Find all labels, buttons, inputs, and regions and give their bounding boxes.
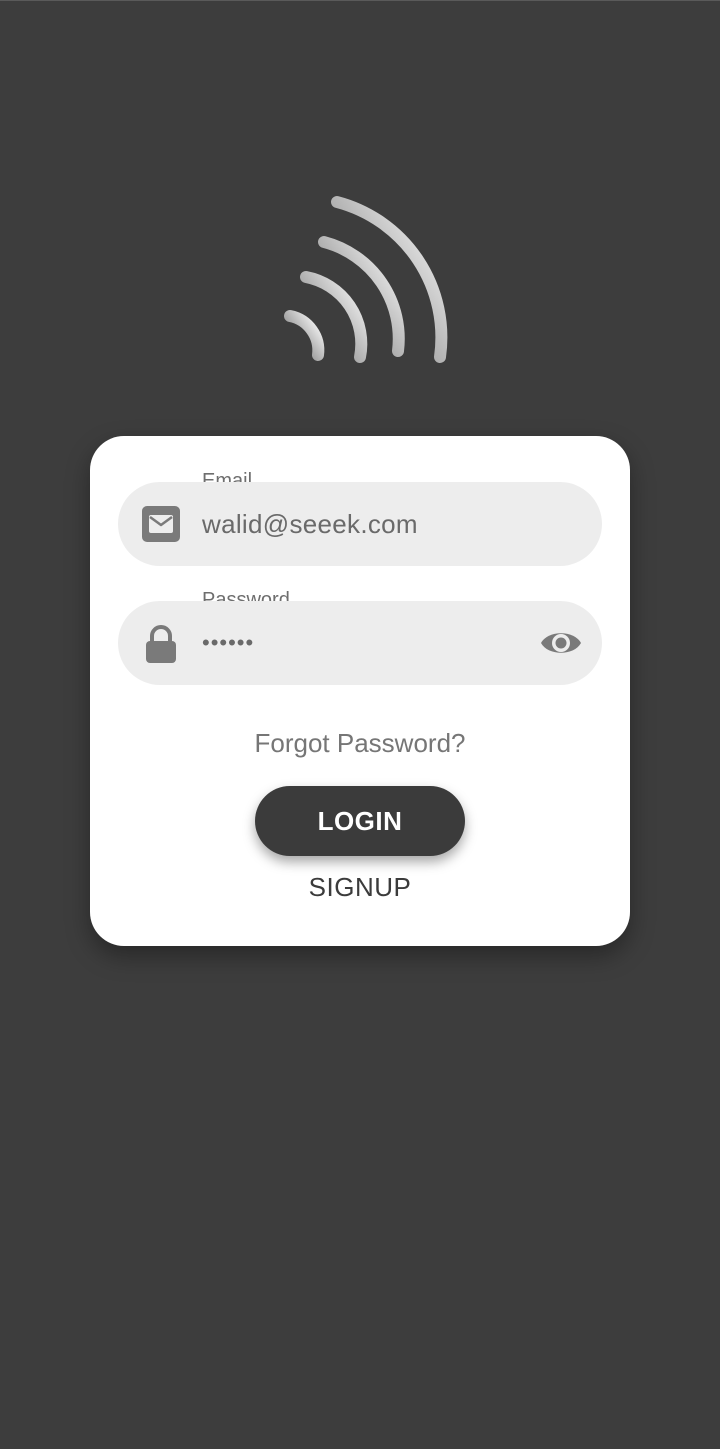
eye-icon[interactable] xyxy=(540,623,582,663)
email-value[interactable]: walid@seeek.com xyxy=(202,482,418,566)
signal-waves-icon xyxy=(284,196,448,363)
forgot-password-link[interactable]: Forgot Password? xyxy=(90,728,630,759)
email-field[interactable]: walid@seeek.com xyxy=(118,482,602,566)
login-card: Email walid@seeek.com Password •••••• Fo… xyxy=(90,436,630,946)
password-value[interactable]: •••••• xyxy=(202,601,254,685)
lock-icon xyxy=(146,625,176,663)
mail-icon xyxy=(142,506,180,542)
signup-button[interactable]: SIGNUP xyxy=(90,872,630,903)
password-field[interactable]: •••••• xyxy=(118,601,602,685)
login-button[interactable]: LOGIN xyxy=(255,786,465,856)
status-divider xyxy=(0,0,720,1)
